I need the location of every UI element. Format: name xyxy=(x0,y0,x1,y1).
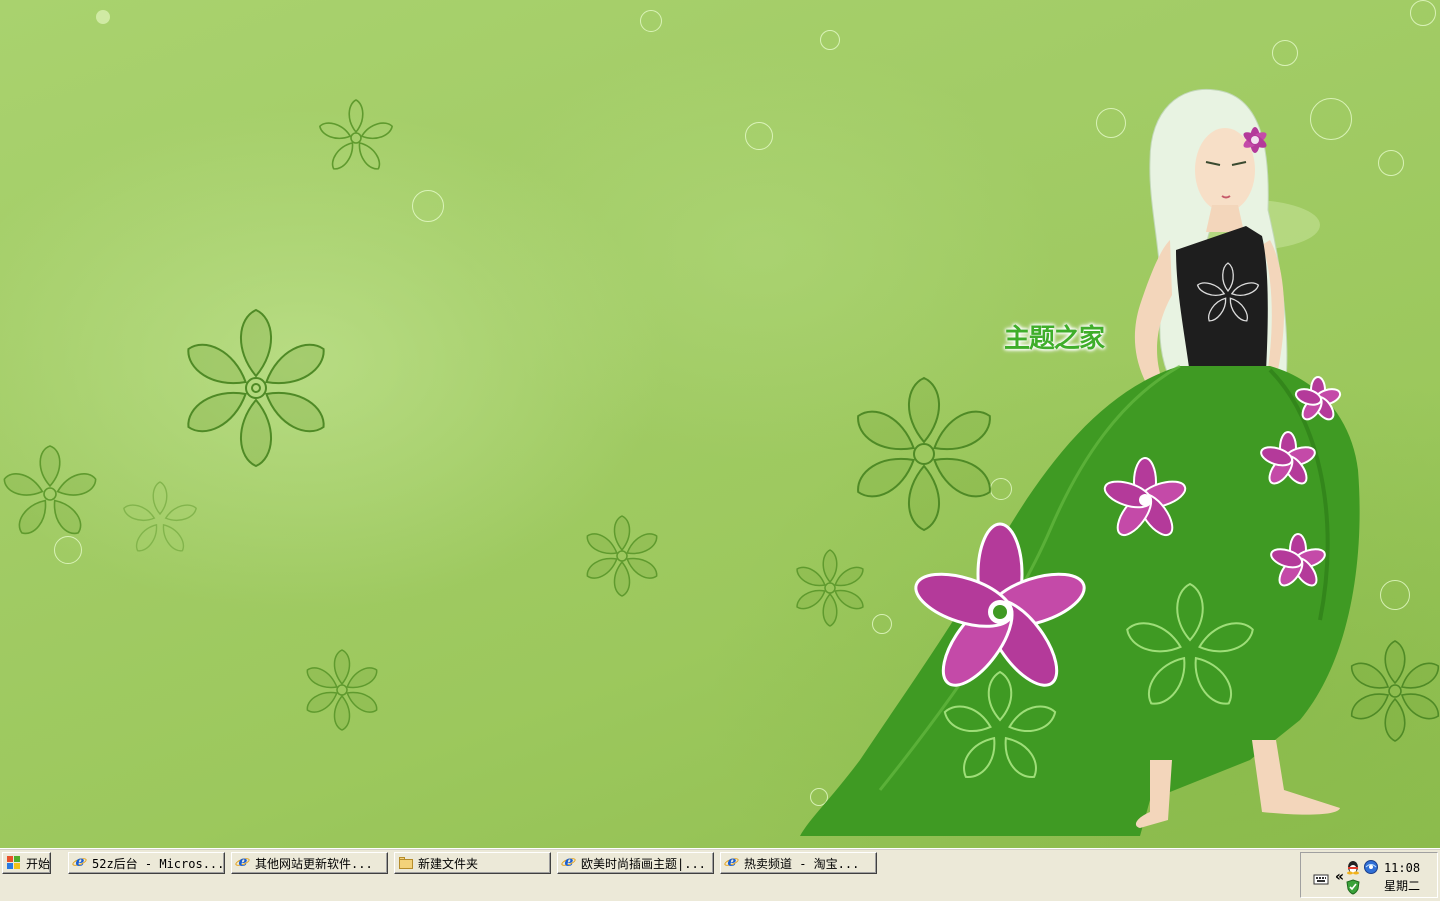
bubble-decoration xyxy=(745,122,773,150)
taskbar-task-button[interactable]: e 欧美时尚插画主题|... xyxy=(557,852,714,874)
bubble-decoration xyxy=(96,10,110,24)
bubble-decoration xyxy=(640,10,662,32)
start-label: 开始 xyxy=(26,856,51,871)
clock-day: 星期二 xyxy=(1383,879,1420,893)
task-label: 52z后台 - Micros... xyxy=(92,856,225,871)
flower-decoration xyxy=(123,481,197,552)
start-button[interactable]: 开始 xyxy=(2,852,51,874)
ie-icon: e xyxy=(560,855,577,871)
ie-icon: e xyxy=(723,855,740,871)
keyboard-icon[interactable] xyxy=(1313,871,1329,887)
ie-icon: e xyxy=(234,855,251,871)
clock[interactable]: 11:08 星期二 xyxy=(1377,859,1427,895)
clock-time: 11:08 xyxy=(1383,861,1421,875)
taskbar-task-button[interactable]: e 热卖频道 - 淘宝... xyxy=(720,852,877,874)
qq-icon[interactable] xyxy=(1345,859,1361,875)
windows-logo-icon xyxy=(6,855,22,871)
flower-decoration xyxy=(3,445,97,535)
bubble-decoration xyxy=(412,190,444,222)
flower-decoration xyxy=(187,308,325,468)
taskbar-task-button[interactable]: e 其他网站更新软件... xyxy=(231,852,388,874)
flower-decoration xyxy=(586,515,658,597)
woman-illustration xyxy=(800,88,1360,836)
show-hidden-icons-button[interactable]: « xyxy=(1335,869,1344,885)
task-label: 热卖频道 - 淘宝... xyxy=(744,856,860,871)
task-label: 欧美时尚插画主题|... xyxy=(581,856,706,871)
taskbar-task-button[interactable]: e 52z后台 - Micros... xyxy=(68,852,225,874)
folder-icon xyxy=(398,855,414,871)
system-tray: « 11:08 星期二 xyxy=(1300,852,1438,898)
desktop-wallpaper: 主题之家 xyxy=(0,0,1440,848)
taskbar: 开始 e 52z后台 - Micros... e 其他网站更新软件... 新建文… xyxy=(0,848,1440,901)
task-label: 新建文件夹 xyxy=(418,856,479,871)
ie-icon: e xyxy=(71,855,88,871)
watermark-logo: 主题之家 xyxy=(1004,324,1105,354)
security-shield-icon[interactable] xyxy=(1345,879,1361,895)
taskbar-task-button[interactable]: 新建文件夹 xyxy=(394,852,551,874)
flower-decoration xyxy=(319,99,393,170)
task-label: 其他网站更新软件... xyxy=(255,856,373,871)
flower-decoration xyxy=(306,649,378,731)
